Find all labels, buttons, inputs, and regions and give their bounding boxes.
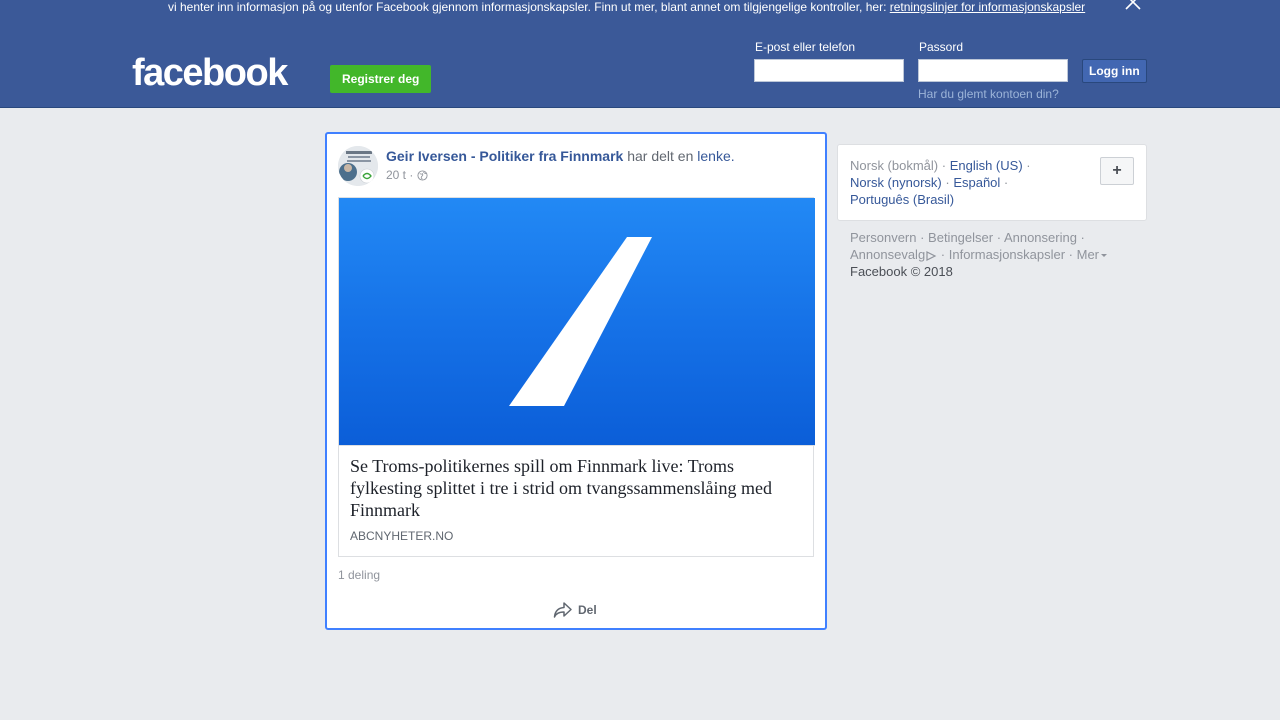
cookie-policy-link[interactable]: retningslinjer for informasjonskapsler [890,0,1085,14]
current-language: Norsk (bokmål) [850,158,939,173]
cookie-text: vi henter inn informasjon på og utenfor … [168,0,1085,14]
share-label: Del [578,603,597,617]
post-card: Geir Iversen - Politiker fra Finnmark ha… [325,132,827,630]
share-arrow-icon [553,602,572,618]
facebook-logo[interactable]: facebook [132,49,288,97]
adchoices-icon [926,250,937,261]
footer-cookies-link[interactable]: Informasjonskapsler [949,247,1065,262]
language-portugues-brasil[interactable]: Português (Brasil) [850,192,954,207]
separator: · [916,230,929,245]
language-norsk-nynorsk[interactable]: Norsk (nynorsk) [850,175,942,190]
share-count[interactable]: 1 deling [338,568,380,582]
link-title: Se Troms-politikernes spill om Finnmark … [350,456,772,520]
language-selector: Norsk (bokmål) · English (US) · Norsk (n… [837,144,1147,221]
caret-down-icon [1101,254,1108,258]
forgot-account-link[interactable]: Har du glemt kontoen din? [918,87,1059,101]
footer-more-link[interactable]: Mer [1076,247,1108,262]
top-header: facebook Registrer deg E-post eller tele… [0,25,1280,108]
more-label: Mer [1076,247,1100,262]
separator: · [1065,247,1077,262]
footer-adchoices-link[interactable]: Annonsevalg [850,247,937,262]
post-header: Geir Iversen - Politiker fra Finnmark ha… [386,148,735,164]
password-label: Passord [919,40,964,54]
language-espanol[interactable]: Español [953,175,1000,190]
footer-links: Personvern · Betingelser · Annonsering ·… [850,229,1140,280]
link-preview-image [339,198,815,446]
separator: · [937,247,949,262]
link-preview[interactable]: Se Troms-politikernes spill om Finnmark … [338,197,815,557]
shared-text: har delt en [627,148,694,164]
language-english-us[interactable]: English (US) [950,158,1023,173]
separator: · [1022,158,1031,173]
close-icon[interactable] [1124,0,1142,11]
language-list: Norsk (bokmål) · English (US) · Norsk (n… [850,157,1090,208]
post-timestamp[interactable]: 20 t · [386,168,413,182]
author-avatar[interactable] [338,146,378,186]
login-button[interactable]: Logg inn [1082,59,1147,83]
email-label: E-post eller telefon [755,40,856,54]
register-button[interactable]: Registrer deg [330,65,432,93]
cookie-banner: vi henter inn informasjon på og utenfor … [0,0,1280,25]
separator: · [993,230,1004,245]
link-domain: ABCNYHETER.NO [350,529,454,543]
adchoices-label: Annonsevalg [850,247,926,262]
copyright: Facebook © 2018 [850,264,953,279]
password-input[interactable] [918,59,1068,82]
share-button[interactable]: Del [553,601,597,619]
separator: · [941,175,954,190]
shared-link-word[interactable]: lenke. [697,148,734,164]
separator: · [1000,175,1009,190]
separator: · [1076,230,1085,245]
email-input[interactable] [754,59,904,82]
link-preview-text: Se Troms-politikernes spill om Finnmark … [339,446,813,543]
post-meta: 20 t · [386,168,428,182]
avatar-image [338,146,378,186]
footer-advertising-link[interactable]: Annonsering [1004,230,1077,245]
globe-icon [417,169,428,181]
author-name-link[interactable]: Geir Iversen - Politiker fra Finnmark [386,148,623,164]
separator: · [938,158,950,173]
abc-slash-logo [509,237,652,406]
cookie-message: vi henter inn informasjon på og utenfor … [168,0,887,14]
add-language-button[interactable]: + [1100,157,1134,185]
footer-privacy-link[interactable]: Personvern [850,230,916,245]
footer-terms-link[interactable]: Betingelser [928,230,993,245]
